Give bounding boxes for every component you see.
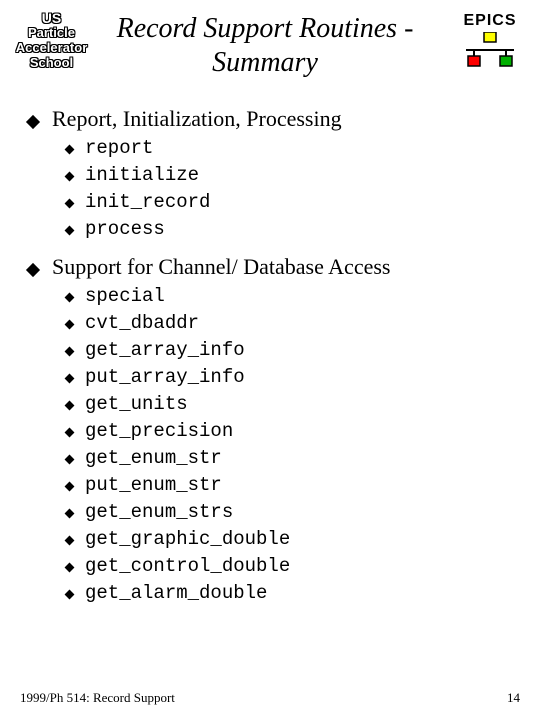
- section-title: Support for Channel/ Database Access: [52, 254, 390, 280]
- routine-name: report: [85, 137, 153, 159]
- uspas-line2: Particle: [14, 26, 89, 41]
- page-number: 14: [507, 690, 520, 706]
- section-heading: Report, Initialization, Processing: [28, 106, 520, 132]
- diamond-bullet-icon: [65, 509, 75, 519]
- diamond-bullet-icon: [65, 401, 75, 411]
- diamond-bullet-icon: [26, 263, 40, 277]
- list-item: process: [66, 218, 520, 240]
- routine-name: cvt_dbaddr: [85, 312, 199, 334]
- diamond-bullet-icon: [65, 320, 75, 330]
- routine-name: get_alarm_double: [85, 582, 267, 604]
- list-item: special: [66, 285, 520, 307]
- diamond-bullet-icon: [65, 145, 75, 155]
- diamond-bullet-icon: [65, 347, 75, 357]
- list-item: initialize: [66, 164, 520, 186]
- section-heading: Support for Channel/ Database Access: [28, 254, 520, 280]
- list-item: init_record: [66, 191, 520, 213]
- slide: US Particle Accelerator School Record Su…: [0, 0, 540, 720]
- slide-body: Report, Initialization, Processing repor…: [0, 106, 540, 604]
- list-item: get_control_double: [66, 555, 520, 577]
- list-item: get_precision: [66, 420, 520, 442]
- diamond-bullet-icon: [65, 455, 75, 465]
- list-item: get_graphic_double: [66, 528, 520, 550]
- routine-name: special: [85, 285, 165, 307]
- list-item: put_enum_str: [66, 474, 520, 496]
- uspas-line1: US: [14, 10, 89, 26]
- epics-badge: EPICS: [454, 12, 526, 68]
- footer-left: 1999/Ph 514: Record Support: [20, 690, 175, 706]
- list-item: cvt_dbaddr: [66, 312, 520, 334]
- routine-name: get_graphic_double: [85, 528, 290, 550]
- routine-name: process: [85, 218, 165, 240]
- diamond-bullet-icon: [26, 115, 40, 129]
- diamond-bullet-icon: [65, 428, 75, 438]
- diamond-bullet-icon: [65, 293, 75, 303]
- list-item: get_array_info: [66, 339, 520, 361]
- diamond-bullet-icon: [65, 590, 75, 600]
- diamond-bullet-icon: [65, 226, 75, 236]
- diamond-bullet-icon: [65, 199, 75, 209]
- slide-header: US Particle Accelerator School Record Su…: [0, 0, 540, 100]
- diamond-bullet-icon: [65, 172, 75, 182]
- routine-name: get_control_double: [85, 555, 290, 577]
- routine-name: initialize: [85, 164, 199, 186]
- uspas-badge: US Particle Accelerator School: [14, 10, 89, 71]
- epics-logo-icon: [462, 32, 518, 68]
- diamond-bullet-icon: [65, 482, 75, 492]
- section-title: Report, Initialization, Processing: [52, 106, 342, 132]
- epics-label: EPICS: [454, 12, 526, 30]
- list-item: put_array_info: [66, 366, 520, 388]
- list-item: get_units: [66, 393, 520, 415]
- routine-name: get_array_info: [85, 339, 245, 361]
- routine-name: put_array_info: [85, 366, 245, 388]
- list-item: get_alarm_double: [66, 582, 520, 604]
- list-item: report: [66, 137, 520, 159]
- diamond-bullet-icon: [65, 374, 75, 384]
- routine-name: get_enum_str: [85, 447, 222, 469]
- diamond-bullet-icon: [65, 536, 75, 546]
- uspas-line4: School: [14, 56, 89, 71]
- routine-name: init_record: [85, 191, 210, 213]
- routine-name: put_enum_str: [85, 474, 222, 496]
- routine-name: get_units: [85, 393, 188, 415]
- diamond-bullet-icon: [65, 563, 75, 573]
- routine-name: get_precision: [85, 420, 233, 442]
- list-item: get_enum_str: [66, 447, 520, 469]
- routine-name: get_enum_strs: [85, 501, 233, 523]
- slide-title: Record Support Routines - Summary: [110, 12, 420, 79]
- list-item: get_enum_strs: [66, 501, 520, 523]
- slide-footer: 1999/Ph 514: Record Support 14: [0, 690, 540, 706]
- uspas-line3: Accelerator: [14, 41, 89, 56]
